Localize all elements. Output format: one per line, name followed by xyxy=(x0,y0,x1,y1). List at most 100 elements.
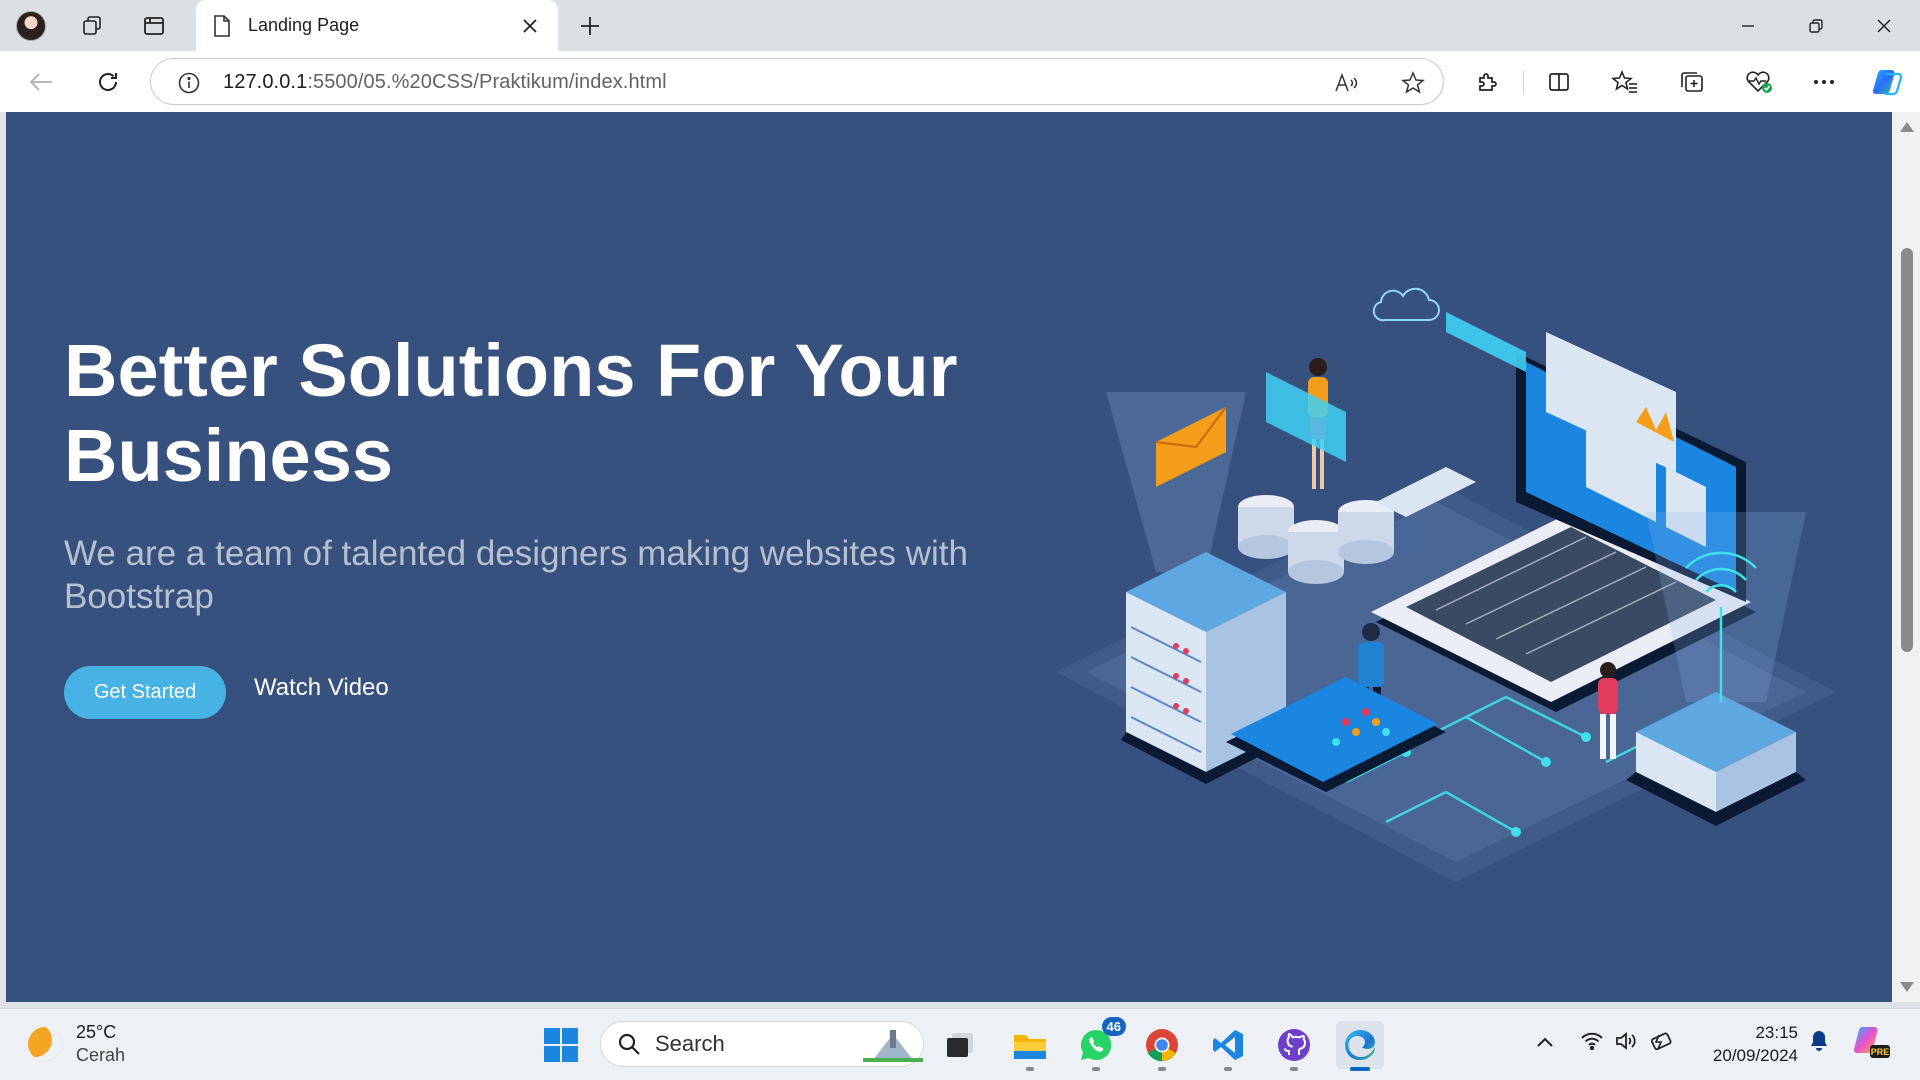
scroll-up-arrow-icon[interactable] xyxy=(1900,122,1914,132)
copilot-preview-button[interactable]: PRE xyxy=(1852,1023,1890,1067)
more-icon xyxy=(1814,80,1834,84)
github-icon xyxy=(1278,1029,1310,1061)
close-window-button[interactable] xyxy=(1850,0,1918,51)
new-tab-button[interactable] xyxy=(572,8,608,44)
read-aloud-button[interactable] xyxy=(1331,67,1363,99)
hero-illustration xyxy=(1056,287,1836,882)
clock-date: 20/09/2024 xyxy=(1712,1046,1798,1065)
toolbar-divider xyxy=(1523,71,1524,95)
hero-title: Better Solutions For Your Business xyxy=(64,329,958,497)
bell-icon xyxy=(1811,1031,1827,1051)
scroll-thumb[interactable] xyxy=(1901,248,1913,652)
close-icon xyxy=(523,18,537,33)
battery-button[interactable] xyxy=(1648,1031,1674,1059)
start-button[interactable] xyxy=(537,1021,585,1069)
address-bar[interactable]: 127.0.0.1:5500/05.%20CSS/Praktikum/index… xyxy=(150,58,1444,105)
browser-title-bar: Landing Page xyxy=(0,0,1920,51)
taskbar-search-box[interactable]: Search xyxy=(600,1021,924,1067)
read-aloud-icon xyxy=(1335,72,1358,92)
chrome-icon xyxy=(1146,1029,1178,1062)
minimize-button[interactable] xyxy=(1714,0,1782,51)
active-tab[interactable]: Landing Page xyxy=(196,0,558,51)
file-explorer-button[interactable] xyxy=(1006,1021,1054,1071)
collections-button[interactable] xyxy=(1673,63,1711,101)
favorites-icon xyxy=(1612,70,1637,93)
windows-taskbar: 25°C Cerah Search 46 23:15 20/09/2024 PR… xyxy=(0,1008,1920,1080)
copilot-pre-icon: PRE xyxy=(1853,1027,1890,1058)
system-clock[interactable]: 23:15 20/09/2024 xyxy=(1698,1021,1798,1067)
page-icon xyxy=(214,14,230,37)
get-started-button[interactable]: Get Started xyxy=(64,666,226,719)
extensions-button[interactable] xyxy=(1468,63,1506,101)
battery-icon xyxy=(1650,1032,1672,1051)
clock-time: 23:15 xyxy=(1755,1023,1798,1042)
task-view-icon xyxy=(947,1033,973,1057)
whatsapp-button[interactable]: 46 xyxy=(1072,1017,1126,1071)
show-hidden-icons-button[interactable] xyxy=(1536,1031,1554,1054)
volume-button[interactable] xyxy=(1614,1031,1638,1057)
running-indicator xyxy=(1158,1067,1166,1071)
extensions-icon xyxy=(1479,73,1497,91)
moon-icon xyxy=(28,1027,62,1061)
tab-title: Landing Page xyxy=(248,15,360,35)
favorites-button[interactable] xyxy=(1606,63,1644,101)
back-icon xyxy=(29,73,52,91)
file-explorer-icon xyxy=(1014,1035,1046,1059)
vscode-icon xyxy=(1213,1030,1243,1060)
minimize-icon xyxy=(1742,24,1754,27)
volume-icon xyxy=(1616,1032,1636,1050)
windows-start-icon xyxy=(544,1028,578,1062)
site-info-button[interactable] xyxy=(173,67,205,99)
weather-temperature: 25°C xyxy=(76,1022,117,1042)
close-tab-button[interactable] xyxy=(518,13,542,39)
collections-icon xyxy=(1681,72,1703,92)
running-indicator xyxy=(1026,1067,1034,1071)
task-view-button[interactable] xyxy=(936,1021,984,1069)
page-scrollbar[interactable] xyxy=(1892,112,1920,1002)
restore-button[interactable] xyxy=(1782,0,1850,51)
weather-widget[interactable]: 25°C Cerah xyxy=(28,1021,125,1067)
browser-toolbar: 127.0.0.1:5500/05.%20CSS/Praktikum/index… xyxy=(0,51,1920,112)
back-button[interactable] xyxy=(22,63,60,101)
plus-icon xyxy=(581,17,599,35)
running-indicator xyxy=(1290,1067,1298,1071)
split-screen-button[interactable] xyxy=(1540,63,1578,101)
info-icon xyxy=(178,72,200,94)
search-icon xyxy=(618,1033,640,1055)
page-viewport: Better Solutions For Your Business We ar… xyxy=(6,112,1892,1002)
notifications-button[interactable] xyxy=(1808,1029,1830,1059)
notification-badge: 46 xyxy=(1101,1017,1126,1036)
chrome-button[interactable] xyxy=(1138,1021,1186,1071)
running-indicator xyxy=(1224,1067,1232,1071)
close-icon xyxy=(1877,18,1891,33)
browser-essentials-button[interactable] xyxy=(1740,63,1778,101)
collections-icon xyxy=(83,16,101,35)
edge-button[interactable] xyxy=(1336,1021,1384,1071)
copilot-icon xyxy=(1872,70,1902,96)
workspaces-button[interactable] xyxy=(74,8,110,44)
network-button[interactable] xyxy=(1580,1031,1604,1057)
weather-condition: Cerah xyxy=(76,1045,126,1065)
watch-video-link[interactable]: Watch Video xyxy=(254,674,389,702)
url-text[interactable]: 127.0.0.1:5500/05.%20CSS/Praktikum/index… xyxy=(223,71,667,94)
favorite-button[interactable] xyxy=(1397,67,1429,99)
star-icon xyxy=(1401,71,1425,94)
tab-actions-button[interactable] xyxy=(136,8,172,44)
copilot-button[interactable] xyxy=(1868,63,1906,101)
profile-button[interactable] xyxy=(12,8,50,44)
wifi-icon xyxy=(1581,1032,1603,1051)
more-button[interactable] xyxy=(1805,63,1843,101)
refresh-icon xyxy=(99,73,117,91)
scroll-down-arrow-icon[interactable] xyxy=(1900,982,1914,992)
svg-text:PRE: PRE xyxy=(1871,1047,1890,1057)
split-screen-icon xyxy=(1549,73,1569,91)
profile-avatar xyxy=(16,11,46,41)
github-desktop-button[interactable] xyxy=(1270,1021,1318,1071)
refresh-button[interactable] xyxy=(89,63,127,101)
vscode-button[interactable] xyxy=(1204,1021,1252,1071)
edge-icon xyxy=(1345,1030,1375,1060)
tab-actions-icon xyxy=(144,17,164,35)
restore-icon xyxy=(1809,18,1823,33)
browser-essentials-icon xyxy=(1746,71,1772,93)
search-highlight-icon xyxy=(863,1030,923,1062)
